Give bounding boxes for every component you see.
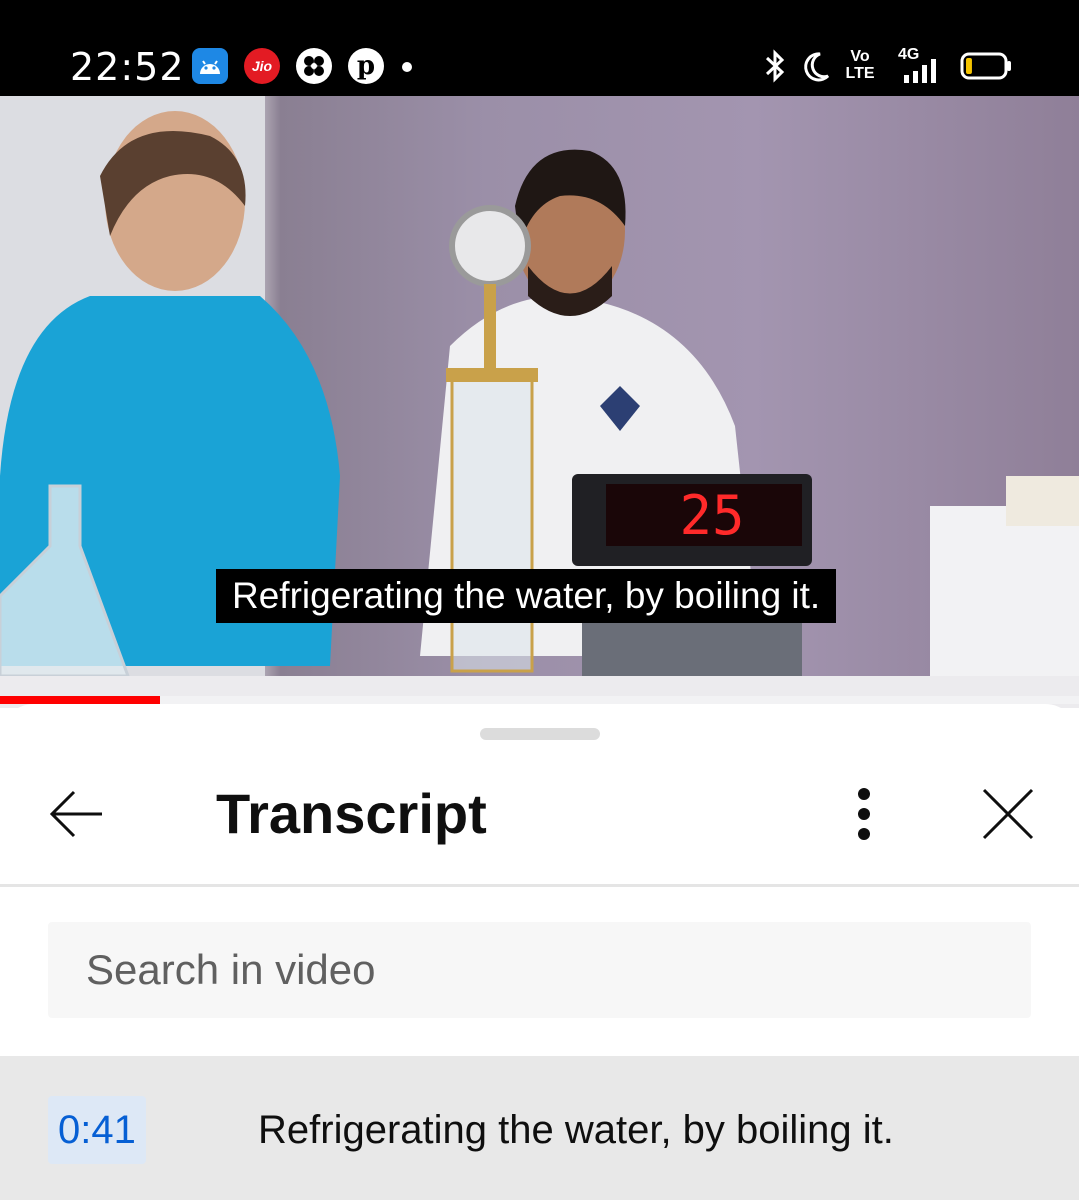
status-bar: 22:52 Jio p Vo LTE 4G — [0, 0, 1079, 96]
search-input[interactable] — [84, 940, 984, 1000]
video-caption: Refrigerating the water, by boiling it. — [216, 569, 837, 623]
battery-icon — [960, 52, 1012, 92]
transcript-header: Transcript — [0, 764, 1079, 884]
pinterest-icon: p — [348, 48, 384, 84]
transcript-panel: Transcript 0:41 Refrigerating the water,… — [0, 704, 1079, 1200]
more-notifications-dot-icon — [402, 62, 412, 72]
close-icon — [982, 788, 1034, 840]
transcript-segment-row[interactable]: 0:41 Refrigerating the water, by boiling… — [0, 1056, 1079, 1200]
video-player[interactable]: 25 Refrigerating the water, by boiling i… — [0, 96, 1079, 708]
search-field[interactable] — [48, 922, 1031, 1018]
status-time: 22:52 — [70, 45, 185, 89]
android-icon — [192, 48, 228, 84]
video-progress-fill — [0, 696, 160, 704]
bluetooth-icon — [762, 46, 788, 86]
do-not-disturb-moon-icon — [800, 46, 832, 86]
more-options-button[interactable] — [824, 774, 904, 854]
drag-handle[interactable] — [480, 728, 600, 740]
video-progress-bar[interactable] — [0, 696, 1079, 704]
volte-label: Vo LTE — [845, 48, 875, 82]
close-button[interactable] — [968, 774, 1048, 854]
more-vertical-icon — [858, 788, 870, 840]
segment-timestamp[interactable]: 0:41 — [48, 1096, 146, 1164]
jio-label: Jio — [251, 58, 273, 74]
jio-icon: Jio — [244, 48, 280, 84]
arrow-left-icon — [49, 790, 102, 838]
digital-display-reading: 25 — [679, 484, 744, 547]
back-button[interactable] — [36, 774, 116, 854]
segment-text: Refrigerating the water, by boiling it. — [258, 1108, 894, 1152]
signal-strength-icon — [902, 58, 942, 98]
fan-icon — [296, 48, 332, 84]
transcript-title: Transcript — [216, 782, 487, 845]
header-divider — [0, 884, 1079, 887]
